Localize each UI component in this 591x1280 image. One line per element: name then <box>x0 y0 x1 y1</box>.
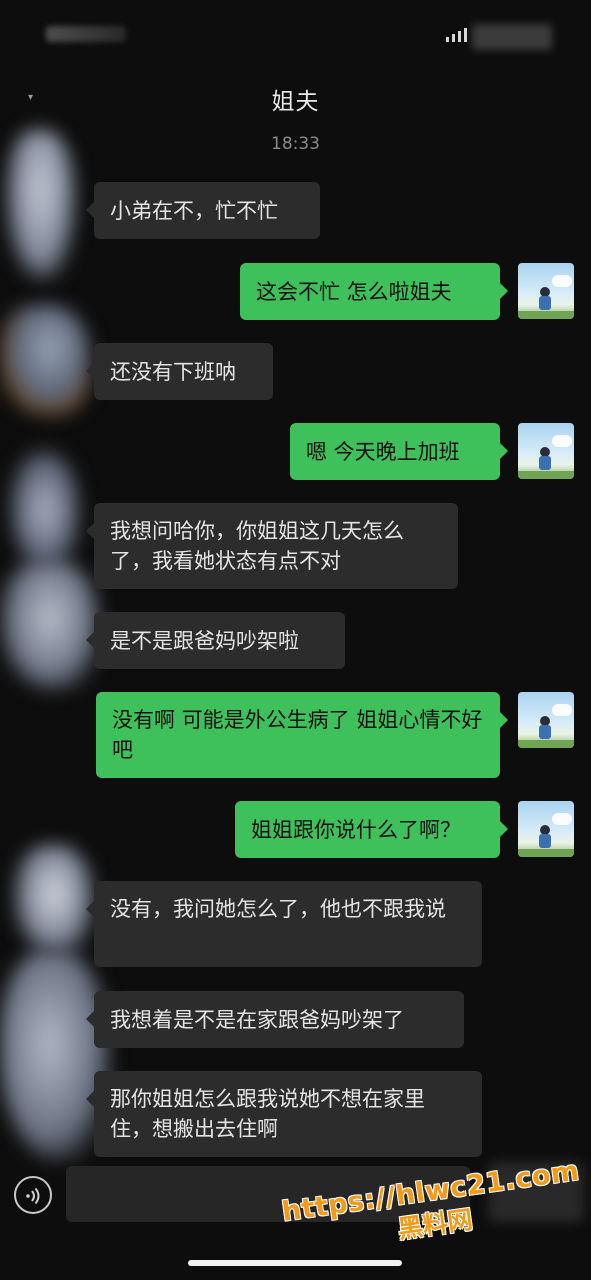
chat-title: 姐夫 <box>271 89 320 115</box>
message-text: 小弟在不，忙不忙 <box>110 198 278 223</box>
status-time-blurred <box>46 26 126 42</box>
status-bar <box>0 0 591 60</box>
voice-icon[interactable] <box>14 1176 52 1214</box>
message-text: 我想问哈你，你姐姐这几天怎么了，我看她状态有点不对 <box>110 519 404 573</box>
self-avatar[interactable] <box>518 801 574 857</box>
message-incoming[interactable]: 没有，我问她怎么了，他也不跟我说 <box>86 881 482 967</box>
status-indicators <box>446 22 552 52</box>
time-separator: 18:33 <box>271 134 320 154</box>
contact-avatar[interactable] <box>14 845 94 955</box>
contact-avatar[interactable] <box>0 560 100 690</box>
message-text: 还没有下班呐 <box>110 359 236 384</box>
message-outgoing[interactable]: 没有啊 可能是外公生病了 姐姐心情不好吧 <box>96 692 508 778</box>
self-avatar[interactable] <box>518 263 574 319</box>
message-text: 那你姐姐怎么跟我说她不想在家里住，想搬出去住啊 <box>110 1087 425 1141</box>
message-text: 没有，我问她怎么了，他也不跟我说 <box>110 897 446 921</box>
message-text: 是不是跟爸妈吵架啦 <box>110 628 299 653</box>
message-text: 姐姐跟你说什么了啊？ <box>251 817 461 842</box>
nav-bar: ▾ 姐夫 <box>0 64 591 128</box>
self-avatar[interactable] <box>518 692 574 748</box>
message-text: 嗯 今天晚上加班 <box>306 439 460 464</box>
home-indicator[interactable] <box>188 1260 402 1266</box>
contact-avatar[interactable] <box>6 130 76 280</box>
message-text: 我想着是不是在家跟爸妈吵架了 <box>110 1007 404 1032</box>
message-outgoing[interactable]: 姐姐跟你说什么了啊？ <box>235 801 508 858</box>
self-avatar[interactable] <box>518 423 574 479</box>
contact-avatar[interactable] <box>0 305 90 415</box>
message-incoming[interactable]: 那你姐姐怎么跟我说她不想在家里住，想搬出去住啊 <box>86 1071 482 1157</box>
message-outgoing[interactable]: 嗯 今天晚上加班 <box>290 423 508 480</box>
message-incoming[interactable]: 我想问哈你，你姐姐这几天怎么了，我看她状态有点不对 <box>86 503 458 589</box>
status-icons-blurred <box>472 24 552 50</box>
message-incoming[interactable]: 小弟在不，忙不忙 <box>86 182 320 239</box>
message-incoming[interactable]: 我想着是不是在家跟爸妈吵架了 <box>86 991 464 1048</box>
message-outgoing[interactable]: 这会不忙 怎么啦姐夫 <box>240 263 508 320</box>
contact-avatar[interactable] <box>10 450 80 570</box>
message-text: 这会不忙 怎么啦姐夫 <box>256 279 452 304</box>
message-text: 没有啊 可能是外公生病了 姐姐心情不好吧 <box>112 708 483 762</box>
message-incoming[interactable]: 还没有下班呐 <box>86 343 273 400</box>
signal-icon <box>446 28 467 42</box>
message-incoming[interactable]: 是不是跟爸妈吵架啦 <box>86 612 345 669</box>
